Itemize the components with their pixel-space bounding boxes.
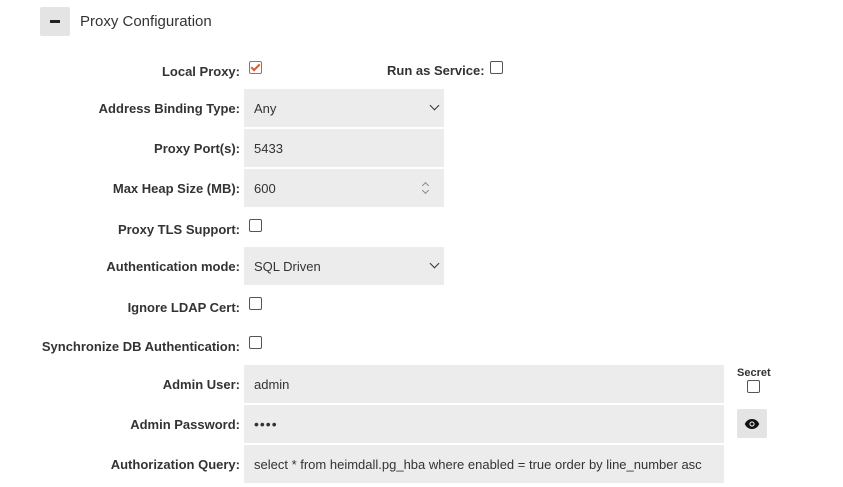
- chevron-down-icon: [429, 258, 440, 269]
- row-auth-query: Authorization Query: select * from heimd…: [0, 445, 843, 483]
- address-binding-value: Any: [254, 100, 277, 116]
- section-header: Proxy Configuration: [40, 6, 212, 36]
- collapse-button[interactable]: [40, 6, 70, 36]
- admin-user-value: admin: [254, 376, 290, 392]
- proxy-ports-label: Proxy Port(s):: [154, 140, 240, 156]
- run-as-service-checkbox[interactable]: [490, 61, 503, 74]
- max-heap-value: 600: [254, 180, 276, 196]
- row-auth-mode: Authentication mode: SQL Driven: [0, 247, 843, 285]
- proxy-ports-value: 5433: [254, 140, 283, 156]
- run-as-service-label: Run as Service:: [387, 63, 485, 78]
- row-local-proxy: Local Proxy: Run as Service:: [0, 60, 843, 82]
- address-binding-select[interactable]: Any: [244, 89, 444, 127]
- proxy-ports-input[interactable]: 5433: [244, 129, 444, 167]
- row-proxy-ports: Proxy Port(s): 5433: [0, 129, 843, 167]
- auth-query-value: select * from heimdall.pg_hba where enab…: [254, 456, 702, 472]
- admin-user-label: Admin User:: [162, 376, 240, 392]
- auth-mode-label: Authentication mode:: [106, 258, 240, 274]
- row-address-binding: Address Binding Type: Any: [0, 89, 843, 127]
- auth-query-input[interactable]: select * from heimdall.pg_hba where enab…: [244, 445, 724, 483]
- auth-mode-select[interactable]: SQL Driven: [244, 247, 444, 285]
- ignore-ldap-checkbox[interactable]: [249, 297, 262, 310]
- secret-label: Secret: [737, 367, 771, 379]
- ignore-ldap-label: Ignore LDAP Cert:: [127, 299, 240, 315]
- admin-password-input[interactable]: ••••: [244, 405, 724, 443]
- auth-mode-value: SQL Driven: [254, 258, 321, 274]
- local-proxy-label: Local Proxy:: [161, 63, 240, 79]
- admin-user-input[interactable]: admin: [244, 365, 724, 403]
- proxy-tls-checkbox[interactable]: [249, 219, 262, 232]
- chevron-down-icon: [429, 100, 440, 111]
- max-heap-label: Max Heap Size (MB):: [112, 180, 240, 196]
- max-heap-input[interactable]: 600: [244, 169, 444, 207]
- spinner-icon[interactable]: [421, 180, 430, 196]
- secret-checkbox[interactable]: [747, 380, 760, 393]
- proxy-tls-label: Proxy TLS Support:: [117, 221, 240, 237]
- eye-icon: [744, 418, 760, 429]
- minus-icon: [50, 19, 60, 23]
- reveal-password-button[interactable]: [737, 409, 767, 438]
- row-max-heap: Max Heap Size (MB): 600: [0, 169, 843, 207]
- sync-db-auth-label: Synchronize DB Authentication:: [41, 338, 240, 354]
- row-proxy-tls: Proxy TLS Support:: [0, 218, 843, 240]
- row-admin-password: Admin Password: ••••: [0, 405, 843, 443]
- admin-password-label: Admin Password:: [130, 416, 240, 432]
- local-proxy-checkbox[interactable]: [249, 61, 262, 74]
- address-binding-label: Address Binding Type:: [98, 100, 240, 116]
- row-ignore-ldap: Ignore LDAP Cert:: [0, 296, 843, 318]
- admin-password-value: ••••: [254, 416, 278, 432]
- section-title: Proxy Configuration: [80, 12, 212, 30]
- row-admin-user: Admin User: admin: [0, 365, 843, 403]
- auth-query-label: Authorization Query:: [110, 456, 240, 472]
- sync-db-auth-checkbox[interactable]: [249, 336, 262, 349]
- row-sync-db-auth: Synchronize DB Authentication:: [0, 335, 843, 357]
